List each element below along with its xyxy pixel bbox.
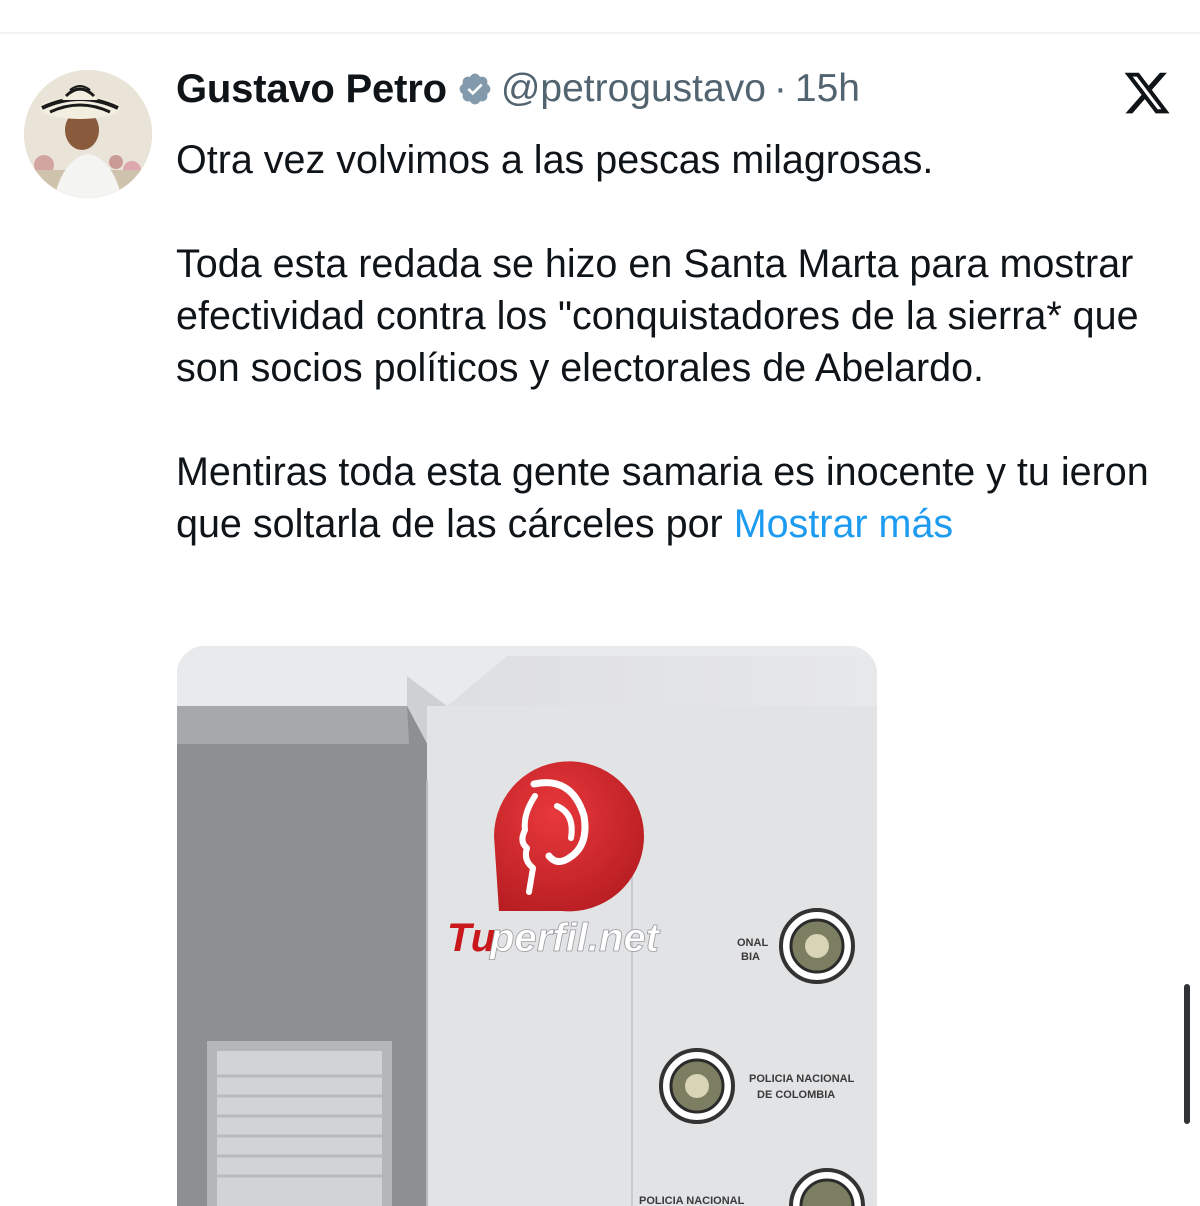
badge-partial-a: ONAL [737,937,768,949]
x-logo-icon [1122,68,1172,118]
logo-text-perfil: perfil.net [489,916,661,960]
author-name[interactable]: Gustavo Petro [176,67,447,112]
tweet-paragraph-3: Mentiras toda esta gente samaria es inoc… [176,446,1176,550]
tweet-timestamp[interactable]: 15h [795,67,860,111]
tweet-header: Gustavo Petro @petrogustavo · 15h [176,64,860,114]
media-photo: Tu perfil.net ONAL BIA POLICIA NACIONAL … [177,646,877,1206]
scrollbar-thumb[interactable] [1184,984,1190,1124]
separator-dot: · [773,67,787,110]
avatar[interactable] [24,70,152,198]
tweet-paragraph-1: Otra vez volvimos a las pescas milagrosa… [176,138,934,182]
tweet-card[interactable]: Gustavo Petro @petrogustavo · 15h Otra v… [0,34,1200,1206]
tweet-text: Otra vez volvimos a las pescas milagrosa… [176,134,1176,550]
show-more-link[interactable]: Mostrar más [734,502,953,546]
badge-bottom-text: POLICIA NACIONAL [639,1195,745,1206]
avatar-image [24,70,152,198]
verified-badge-icon [457,71,493,107]
tweet-paragraph-3-text: Mentiras toda esta gente samaria es inoc… [176,450,1149,546]
logo-text-tu: Tu [447,916,495,960]
police-emblem-1 [779,908,855,984]
badge-partial-b: BIA [741,951,760,963]
tweet-paragraph-2: Toda esta redada se hizo en Santa Marta … [176,242,1139,390]
police-emblem-2 [659,1048,735,1124]
badge-line-2: DE COLOMBIA [757,1089,835,1101]
tuperfil-logo [494,761,644,912]
badge-line-1: POLICIA NACIONAL [749,1073,855,1085]
author-handle[interactable]: @petrogustavo [501,67,766,111]
tweet-media-image[interactable]: Tu perfil.net ONAL BIA POLICIA NACIONAL … [177,646,877,1206]
